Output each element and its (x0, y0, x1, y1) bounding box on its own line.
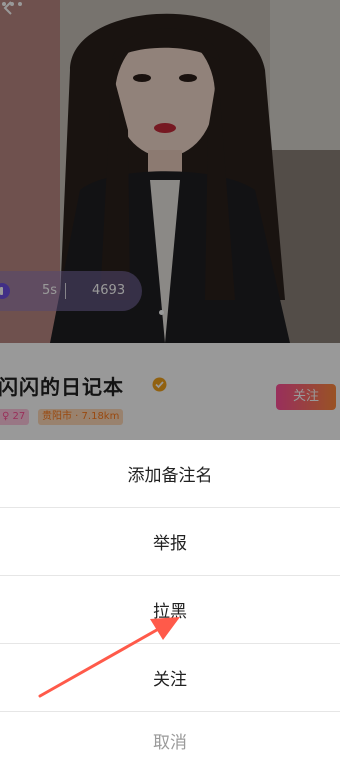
screen: 5s 4693 闪闪的日记本 ♀ 27 贵阳市 · 7.18km 关注 添加备注… (0, 0, 340, 769)
report-option[interactable]: 举报 (0, 508, 340, 576)
add-remark-option[interactable]: 添加备注名 (0, 440, 340, 508)
block-option[interactable]: 拉黑 (0, 576, 340, 644)
follow-option[interactable]: 关注 (0, 644, 340, 712)
cancel-option[interactable]: 取消 (0, 712, 340, 768)
modal-dim-overlay[interactable] (0, 0, 340, 440)
action-sheet: 添加备注名 举报 拉黑 关注 取消 (0, 440, 340, 769)
